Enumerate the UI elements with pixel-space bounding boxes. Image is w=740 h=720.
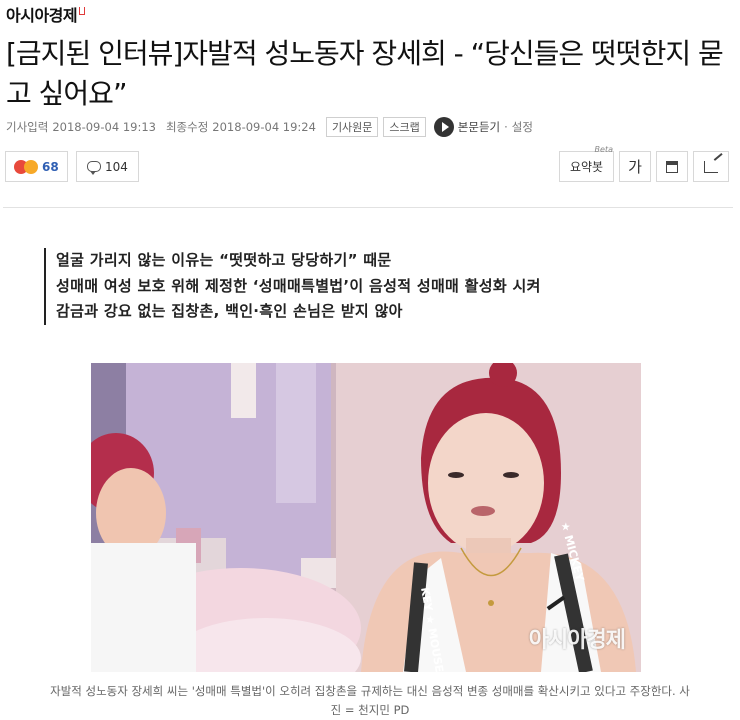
play-icon [433,117,454,137]
reaction-faces-icon [14,159,38,174]
published-label: 기사입력 [6,120,49,134]
beta-badge: Beta [594,145,613,154]
modified-label: 최종수정 [165,120,209,134]
scrap-button[interactable]: 스크랩 [383,117,426,137]
reaction-count: 68 [42,159,59,174]
published-date: 2018-09-04 19:13 [52,120,156,134]
logo-mark-icon [79,7,86,15]
print-button[interactable] [656,151,688,182]
comment-count: 104 [105,159,128,174]
summary-bot-label: 요약봇 [569,160,604,174]
summary-line: 성매매 여성 보호 위해 제정한 ‘성매매특별법’이 음성적 성매매 활성화 시… [56,276,541,295]
listen-settings-link[interactable]: 설정 [512,119,533,135]
site-logo[interactable]: 아시아경제 [6,2,86,26]
header-divider [3,207,733,208]
summary-line: 얼굴 가리지 않는 이유는 “떳떳하고 당당하기” 때문 [56,251,392,269]
article-summary: 얼굴 가리지 않는 이유는 “떳떳하고 당당하기” 때문 성매매 여성 보호 위… [44,248,541,325]
summary-line: 감금과 강요 없는 집창촌, 백인·흑인 손님은 받지 않아 [56,302,403,320]
font-size-button[interactable]: 가 [619,151,651,182]
comment-button[interactable]: 104 [76,151,139,182]
share-icon [704,160,718,173]
article-headline: [금지된 인터뷰]자발적 성노동자 장세희 - “당신들은 떳떳한지 묻고 싶어… [6,37,724,110]
share-button[interactable] [693,151,729,182]
site-logo-text: 아시아경제 [6,6,78,25]
photo-watermark: 아시아경제 [528,628,626,653]
article-meta: 기사입력 2018-09-04 19:13 최종수정 2018-09-04 19… [6,117,533,137]
reaction-button[interactable]: 68 [5,151,68,182]
listen-button[interactable]: 본문듣기 [433,117,501,137]
modified-date: 2018-09-04 19:24 [212,120,316,134]
meta-separator: · [504,120,508,134]
original-article-button[interactable]: 기사원문 [325,117,379,137]
font-size-label: 가 [628,158,642,176]
listen-label: 본문듣기 [457,120,501,134]
comment-bubble-icon [87,161,101,175]
print-icon [666,160,678,173]
photo-caption: 자발적 성노동자 장세희 씨는 '성매매 특별법'이 오히려 집창촌을 규제하는… [50,684,690,717]
article-photo[interactable]: KEY ★ MOUSE ★ MICKEY 아시아경제 [91,363,641,672]
summary-bot-button[interactable]: 요약봇 Beta [559,145,614,182]
smile-face-icon [24,159,38,174]
